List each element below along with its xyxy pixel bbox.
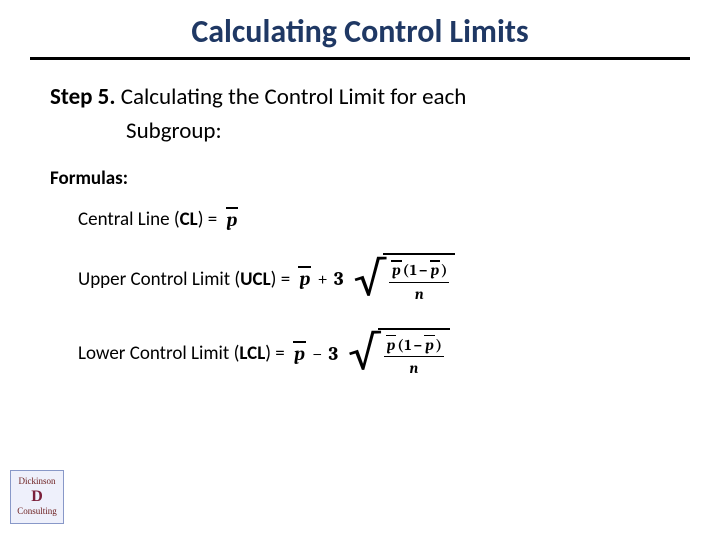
logo-top: Dickinson [19, 477, 56, 487]
numerator: p(1−p) [384, 336, 444, 358]
formula-cl: Central Line (CL) = p [78, 208, 690, 231]
formula-lcl: Lower Control Limit (LCL) = p − 3 √ p(1−… [78, 328, 690, 381]
formula-cl-label: Central Line (CL) = [78, 208, 222, 231]
sqrt: √ p(1−p) n [354, 253, 456, 306]
step-label: Step 5. [50, 83, 116, 111]
denominator: n [409, 357, 418, 378]
fraction: p(1−p) n [384, 336, 444, 379]
plus-op: + [317, 268, 328, 290]
pbar-symbol: p [293, 343, 306, 365]
multiplier: 3 [329, 343, 339, 365]
numerator: p(1−p) [389, 261, 449, 283]
logo-mid: D [31, 488, 43, 506]
step-text-2: Subgroup: [126, 117, 690, 145]
formulas-heading: Formulas: [50, 167, 690, 190]
formula-ucl-label: Upper Control Limit (UCL) = [78, 268, 294, 291]
radicand: p(1−p) n [378, 328, 450, 381]
sqrt: √ p(1−p) n [348, 328, 450, 381]
radical-icon: √ [348, 336, 380, 370]
denominator: n [415, 283, 424, 304]
minus-op: − [312, 343, 323, 365]
radical-icon: √ [354, 262, 386, 296]
logo-bottom: Consulting [17, 507, 57, 517]
slide-title: Calculating Control Limits [30, 12, 690, 60]
logo: Dickinson D Consulting [10, 470, 64, 524]
pbar-symbol: p [226, 209, 239, 231]
step-text-1: Calculating the Control Limit for each [116, 83, 467, 111]
radicand: p(1−p) n [383, 253, 455, 306]
fraction: p(1−p) n [389, 261, 449, 304]
step-line: Step 5. Calculating the Control Limit fo… [50, 82, 690, 113]
multiplier: 3 [334, 268, 344, 290]
formula-cl-math: p [226, 209, 239, 231]
slide: Calculating Control Limits Step 5. Calcu… [0, 0, 720, 540]
formula-ucl-math: p + 3 √ p(1−p) n [298, 253, 455, 306]
formula-lcl-math: p − 3 √ p(1−p) n [293, 328, 450, 381]
formula-lcl-label: Lower Control Limit (LCL) = [78, 342, 289, 365]
formula-ucl: Upper Control Limit (UCL) = p + 3 √ p(1−… [78, 253, 690, 306]
pbar-symbol: p [298, 268, 311, 290]
